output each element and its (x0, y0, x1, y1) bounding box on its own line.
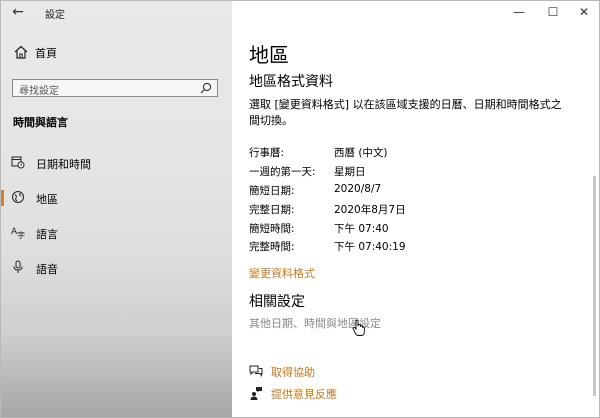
format-key: 行事曆: (249, 147, 285, 159)
title-bar: ← 設定 (1, 1, 232, 25)
globe-icon (12, 191, 24, 203)
format-key: 一週的第一天: (249, 166, 316, 178)
feedback-person-icon (250, 387, 262, 400)
sidebar-item-speech[interactable]: 語音 (1, 256, 232, 280)
format-key: 簡短時間: (249, 223, 295, 235)
scrollbar[interactable] (593, 176, 596, 396)
change-format-link[interactable]: 變更資料格式 (249, 265, 315, 281)
format-row: 一週的第一天: 星期日 (249, 164, 569, 180)
format-key: 完整時間: (249, 241, 295, 253)
format-value: 下午 07:40:19 (334, 241, 406, 253)
format-value: 西曆 (中文) (334, 147, 388, 159)
sidebar-item-label: 語音 (36, 263, 58, 276)
sidebar-item-language[interactable]: A 字 語言 (1, 221, 232, 245)
svg-text:字: 字 (17, 230, 25, 239)
format-section-title: 地區格式資料 (249, 74, 333, 90)
related-settings-title: 相關設定 (249, 294, 305, 310)
sidebar-item-label: 語言 (36, 228, 58, 241)
feedback-label: 提供意見反應 (271, 388, 337, 401)
format-key: 簡短日期: (249, 185, 295, 197)
format-row: 簡短日期: 2020/8/7 (249, 183, 569, 199)
format-value: 2020年8月7日 (334, 204, 406, 216)
format-value: 星期日 (334, 166, 366, 178)
section-title: 時間與語言 (13, 116, 68, 129)
sidebar-item-date-time[interactable]: 日期和時間 (1, 151, 232, 175)
sidebar-item-label: 日期和時間 (36, 158, 91, 171)
format-key: 完整日期: (249, 204, 295, 216)
get-help-link[interactable]: 取得協助 (249, 363, 449, 381)
format-row: 完整時間: 下午 07:40:19 (249, 239, 569, 255)
format-value: 2020/8/7 (334, 183, 382, 195)
home-label: 首頁 (35, 47, 57, 60)
settings-window: ← 設定 首頁 尋找設定 時間與語言 日期和時間 地區 A 字 語言 語音 — … (0, 0, 600, 418)
sidebar-item-region[interactable]: 地區 (1, 186, 232, 210)
search-icon[interactable] (200, 82, 212, 94)
microphone-icon (13, 260, 23, 273)
language-icon: A 字 (11, 227, 25, 239)
sidebar: ← 設定 首頁 尋找設定 時間與語言 日期和時間 地區 A 字 語言 語音 (1, 1, 232, 417)
home-nav-item[interactable]: 首頁 (13, 44, 223, 62)
maximize-button[interactable]: ☐ (545, 5, 561, 19)
page-title: 地區 (249, 43, 289, 67)
close-button[interactable]: ✕ (576, 5, 592, 19)
minimize-button[interactable]: — (511, 5, 527, 19)
selected-indicator (1, 190, 4, 206)
chat-help-icon (249, 365, 263, 377)
sidebar-item-label: 地區 (36, 193, 58, 206)
search-placeholder: 尋找設定 (19, 86, 59, 97)
feedback-link[interactable]: 提供意見反應 (249, 385, 449, 403)
main-pane: — ☐ ✕ 地區 地區格式資料 選取 [變更資料格式] 以在該區域支援的日曆、日… (232, 1, 599, 417)
back-arrow-icon[interactable]: ← (9, 4, 27, 20)
calendar-clock-icon (11, 156, 25, 169)
format-description: 選取 [變更資料格式] 以在該區域支援的日曆、日期和時間格式之間切換。 (249, 98, 562, 127)
hand-cursor-icon (352, 319, 365, 336)
app-title: 設定 (45, 10, 65, 21)
format-value: 下午 07:40 (334, 223, 389, 235)
format-row: 完整日期: 2020年8月7日 (249, 202, 569, 218)
format-row: 行事曆: 西曆 (中文) (249, 145, 569, 161)
get-help-label: 取得協助 (271, 366, 315, 379)
search-input[interactable]: 尋找設定 (12, 79, 218, 97)
window-controls: — ☐ ✕ (459, 1, 599, 25)
format-row: 簡短時間: 下午 07:40 (249, 221, 569, 237)
home-icon (14, 45, 28, 59)
